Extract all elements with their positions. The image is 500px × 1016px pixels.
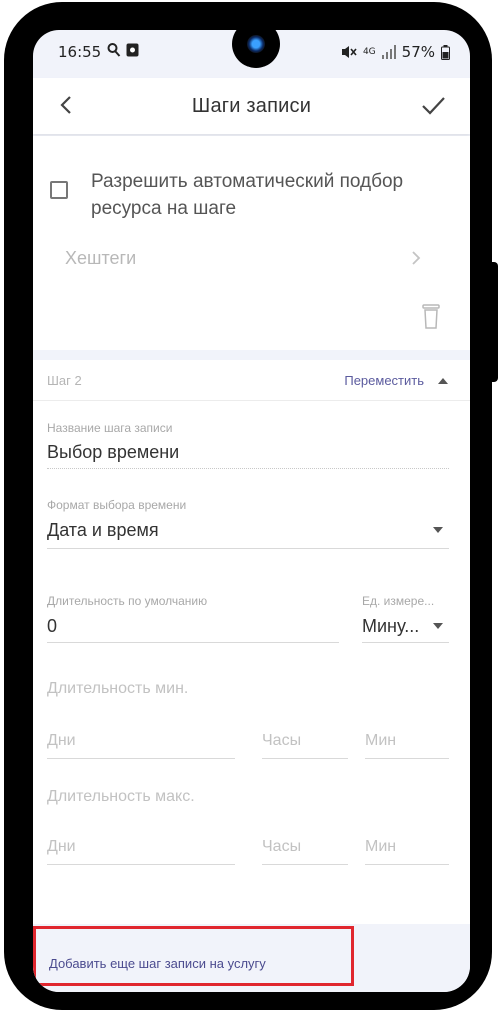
step-1-card: Разрешить автоматический подбор ресурса … — [33, 136, 470, 350]
step-number-label: Шаг 2 — [47, 373, 82, 388]
default-duration-input[interactable]: 0 — [47, 616, 57, 637]
default-duration-label: Длительность по умолчанию — [47, 594, 208, 608]
default-duration-underline — [47, 642, 339, 643]
max-hours-input[interactable]: Часы — [262, 838, 301, 856]
divider — [33, 400, 470, 401]
add-step-button[interactable]: Добавить еще шаг записи на услугу — [33, 926, 354, 986]
search-icon — [107, 43, 121, 57]
footer-area: Добавить еще шаг записи на услугу — [33, 924, 470, 992]
battery-percent: 57% — [401, 43, 435, 61]
max-hours-underline — [262, 864, 348, 865]
min-minutes-input[interactable]: Мин — [365, 732, 396, 750]
side-button-right — [488, 262, 498, 382]
trash-icon[interactable] — [420, 304, 442, 330]
min-days-underline — [47, 758, 235, 759]
min-minutes-underline — [365, 758, 449, 759]
max-minutes-underline — [365, 864, 449, 865]
max-duration-title: Длительность макс. — [47, 788, 195, 805]
collapse-caret-icon[interactable] — [438, 378, 448, 384]
min-hours-input[interactable]: Часы — [262, 732, 301, 750]
phone-screen: 16:55 4G 57% Шаги записи Разрешить автом… — [33, 30, 470, 992]
max-days-underline — [47, 864, 235, 865]
unit-underline — [362, 642, 449, 643]
time-format-select[interactable]: Дата и время — [47, 520, 159, 541]
chevron-right-icon[interactable] — [406, 246, 426, 270]
max-days-input[interactable]: Дни — [47, 838, 76, 856]
app-bar: Шаги записи — [33, 78, 470, 134]
time-format-dropdown-icon[interactable] — [433, 527, 443, 533]
notification-icon — [126, 43, 139, 57]
page-title: Шаги записи — [191, 95, 312, 117]
max-minutes-input[interactable]: Мин — [365, 838, 396, 856]
signal-icon — [381, 45, 396, 59]
unit-dropdown-icon[interactable] — [433, 623, 443, 629]
min-duration-title: Длительность мин. — [47, 680, 189, 697]
step-2-card: Шаг 2 Переместить Название шага записи В… — [33, 360, 470, 924]
unit-select[interactable]: Мину... — [362, 616, 419, 637]
auto-resource-checkbox[interactable] — [50, 181, 68, 199]
move-step-button[interactable]: Переместить — [344, 373, 424, 388]
mute-icon — [341, 46, 357, 58]
min-days-input[interactable]: Дни — [47, 732, 76, 750]
power-button — [4, 318, 12, 428]
time-format-underline — [47, 548, 449, 549]
status-time: 16:55 — [58, 43, 102, 61]
min-hours-underline — [262, 758, 348, 759]
auto-resource-label[interactable]: Разрешить автоматический подбор ресурса … — [91, 168, 441, 222]
hashtags-item[interactable]: Хештеги — [65, 248, 136, 269]
check-icon[interactable] — [418, 90, 448, 120]
network-type: 4G — [362, 46, 376, 57]
step-name-underline — [47, 468, 449, 469]
step-name-label: Название шага записи — [47, 421, 173, 435]
add-step-label: Добавить еще шаг записи на услугу — [49, 956, 266, 971]
unit-label: Ед. измере... — [362, 594, 435, 608]
time-format-label: Формат выбора времени — [47, 498, 187, 512]
volume-button — [4, 228, 12, 308]
step-name-input[interactable]: Выбор времени — [47, 442, 179, 463]
battery-icon — [441, 44, 450, 60]
